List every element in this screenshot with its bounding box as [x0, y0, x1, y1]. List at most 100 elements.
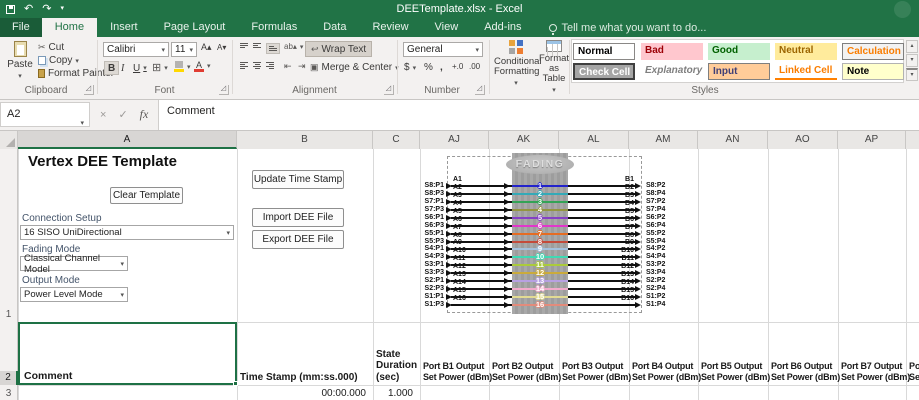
- font-size-select[interactable]: 11 ▾: [171, 42, 197, 57]
- port-output-header-b7[interactable]: Port B7 OutputSet Power (dBm): [841, 322, 905, 385]
- format-as-table-button[interactable]: Format as Table ▾: [540, 40, 568, 96]
- sheet-grid[interactable]: 123 Vertex DEE Template Clear Template C…: [0, 149, 919, 400]
- state-duration-header[interactable]: StateDuration(sec): [376, 322, 418, 385]
- alignment-dialog-launcher-icon[interactable]: ◿: [384, 85, 394, 95]
- row-header-2[interactable]: 2: [0, 371, 18, 385]
- cut-button[interactable]: ✂ Cut: [38, 42, 64, 53]
- connection-setup-select[interactable]: 16 SISO UniDirectional ▾: [20, 225, 234, 240]
- italic-button[interactable]: I: [118, 61, 127, 75]
- font-name-select[interactable]: Calibri ▾: [103, 42, 169, 57]
- number-dialog-launcher-icon[interactable]: ◿: [475, 85, 485, 95]
- tab-file[interactable]: File: [0, 18, 42, 37]
- column-header-ak[interactable]: AK: [489, 131, 559, 149]
- align-top-button[interactable]: [240, 43, 248, 48]
- port-output-header-partial[interactable]: Port B8 OutputSet Power (dBm): [909, 322, 919, 385]
- number-format-select[interactable]: General ▾: [403, 42, 483, 57]
- fill-handle[interactable]: [233, 381, 238, 386]
- increase-indent-button[interactable]: ⇥: [298, 61, 306, 72]
- column-header-partial[interactable]: [906, 131, 919, 149]
- orientation-button[interactable]: ab▴▾: [284, 42, 303, 51]
- style-cell-normal[interactable]: Normal: [573, 43, 635, 60]
- port-output-header-b4[interactable]: Port B4 OutputSet Power (dBm): [632, 322, 697, 385]
- borders-button[interactable]: ⊞▾: [152, 61, 168, 74]
- tab-formulas[interactable]: Formulas: [238, 18, 310, 37]
- currency-button[interactable]: $▾: [404, 62, 416, 73]
- align-bottom-button[interactable]: [266, 43, 280, 54]
- align-left-button[interactable]: [240, 62, 248, 69]
- clipboard-dialog-launcher-icon[interactable]: ◿: [84, 85, 94, 95]
- style-cell-neutral[interactable]: Neutral: [775, 43, 837, 60]
- tab-view[interactable]: View: [422, 18, 472, 37]
- state-duration-value-cell[interactable]: 1.000: [373, 388, 417, 399]
- update-time-stamp-button[interactable]: Update Time Stamp: [252, 170, 344, 189]
- style-cell-calculation[interactable]: Calculation: [842, 43, 904, 60]
- column-header-am[interactable]: AM: [629, 131, 698, 149]
- column-header-ao[interactable]: AO: [768, 131, 838, 149]
- column-header-al[interactable]: AL: [559, 131, 629, 149]
- style-cell-good[interactable]: Good: [708, 43, 770, 60]
- format-painter-button[interactable]: Format Painter: [38, 68, 114, 79]
- style-cell-note[interactable]: Note: [842, 63, 904, 80]
- increase-decimal-button[interactable]: +.0: [452, 62, 463, 71]
- paste-button[interactable]: Paste ▾: [6, 41, 34, 80]
- time-stamp-value-cell[interactable]: 00:00.000: [237, 388, 370, 399]
- style-cell-explanatory[interactable]: Explanatory ...: [641, 63, 703, 80]
- decrease-indent-button[interactable]: ⇤: [284, 61, 292, 72]
- enter-icon[interactable]: ✓: [118, 108, 127, 121]
- column-header-a[interactable]: A: [18, 131, 237, 149]
- clear-template-button[interactable]: Clear Template: [110, 187, 183, 204]
- tab-add-ins[interactable]: Add-ins: [471, 18, 534, 37]
- import-dee-file-button[interactable]: Import DEE File: [252, 208, 344, 227]
- port-output-header-b5[interactable]: Port B5 OutputSet Power (dBm): [701, 322, 767, 385]
- column-header-ap[interactable]: AP: [838, 131, 906, 149]
- style-cell-bad[interactable]: Bad: [641, 43, 703, 60]
- style-cell-check-cell[interactable]: Check Cell: [573, 63, 635, 80]
- underline-button[interactable]: U▾: [131, 61, 149, 75]
- column-header-an[interactable]: AN: [698, 131, 768, 149]
- shrink-font-button[interactable]: A▾: [217, 43, 226, 52]
- font-color-button[interactable]: A ▾: [194, 60, 211, 72]
- tab-insert[interactable]: Insert: [97, 18, 151, 37]
- align-middle-button[interactable]: [253, 43, 261, 48]
- fill-color-button[interactable]: ▾: [174, 61, 191, 72]
- output-mode-select[interactable]: Power Level Mode ▾: [20, 287, 128, 302]
- tab-review[interactable]: Review: [359, 18, 421, 37]
- tell-me-box[interactable]: Tell me what you want to do...: [549, 18, 707, 37]
- time-stamp-header[interactable]: Time Stamp (mm:ss.000): [240, 322, 370, 385]
- tab-data[interactable]: Data: [310, 18, 359, 37]
- column-header-b[interactable]: B: [237, 131, 373, 149]
- cancel-icon[interactable]: ×: [100, 109, 106, 121]
- style-cell-input[interactable]: Input: [708, 63, 770, 80]
- align-center-button[interactable]: [253, 62, 261, 69]
- select-all-button[interactable]: [0, 131, 18, 149]
- styles-gallery-up-icon[interactable]: ▴: [906, 40, 918, 53]
- row-header-1[interactable]: 1: [0, 308, 17, 322]
- grow-font-button[interactable]: A▴: [201, 42, 212, 53]
- fading-mode-select[interactable]: Classical Channel Model ▾: [20, 256, 128, 271]
- styles-gallery-more-icon[interactable]: ▾: [906, 68, 918, 81]
- comma-style-button[interactable]: ,: [440, 62, 443, 73]
- tab-home[interactable]: Home: [42, 18, 97, 37]
- align-right-button[interactable]: [266, 62, 274, 69]
- port-output-header-b1[interactable]: Port B1 OutputSet Power (dBm): [423, 322, 488, 385]
- percent-button[interactable]: %: [424, 62, 433, 73]
- port-output-header-b2[interactable]: Port B2 OutputSet Power (dBm): [492, 322, 558, 385]
- export-dee-file-button[interactable]: Export DEE File: [252, 230, 344, 249]
- column-header-c[interactable]: C: [373, 131, 420, 149]
- conditional-formatting-button[interactable]: Conditional Formatting ▾: [494, 40, 538, 89]
- tab-page-layout[interactable]: Page Layout: [151, 18, 239, 37]
- bold-button[interactable]: B: [104, 61, 119, 75]
- column-header-aj[interactable]: AJ: [420, 131, 489, 149]
- font-dialog-launcher-icon[interactable]: ◿: [219, 85, 229, 95]
- copy-button[interactable]: Copy ▾: [38, 55, 79, 66]
- port-output-header-b3[interactable]: Port B3 OutputSet Power (dBm): [562, 322, 628, 385]
- row-header-3[interactable]: 3: [0, 387, 17, 400]
- style-cell-linked-cell[interactable]: Linked Cell: [775, 63, 837, 80]
- formula-input[interactable]: Comment: [158, 100, 919, 130]
- styles-gallery-down-icon[interactable]: ▾: [906, 54, 918, 67]
- wrap-text-button[interactable]: ↩ Wrap Text: [305, 41, 372, 57]
- selected-cell-a2[interactable]: Comment: [18, 322, 237, 385]
- insert-function-icon[interactable]: fx: [140, 107, 149, 122]
- name-box[interactable]: A2 ▾: [0, 102, 90, 127]
- merge-center-button[interactable]: ▣ Merge & Center ▾: [310, 62, 399, 73]
